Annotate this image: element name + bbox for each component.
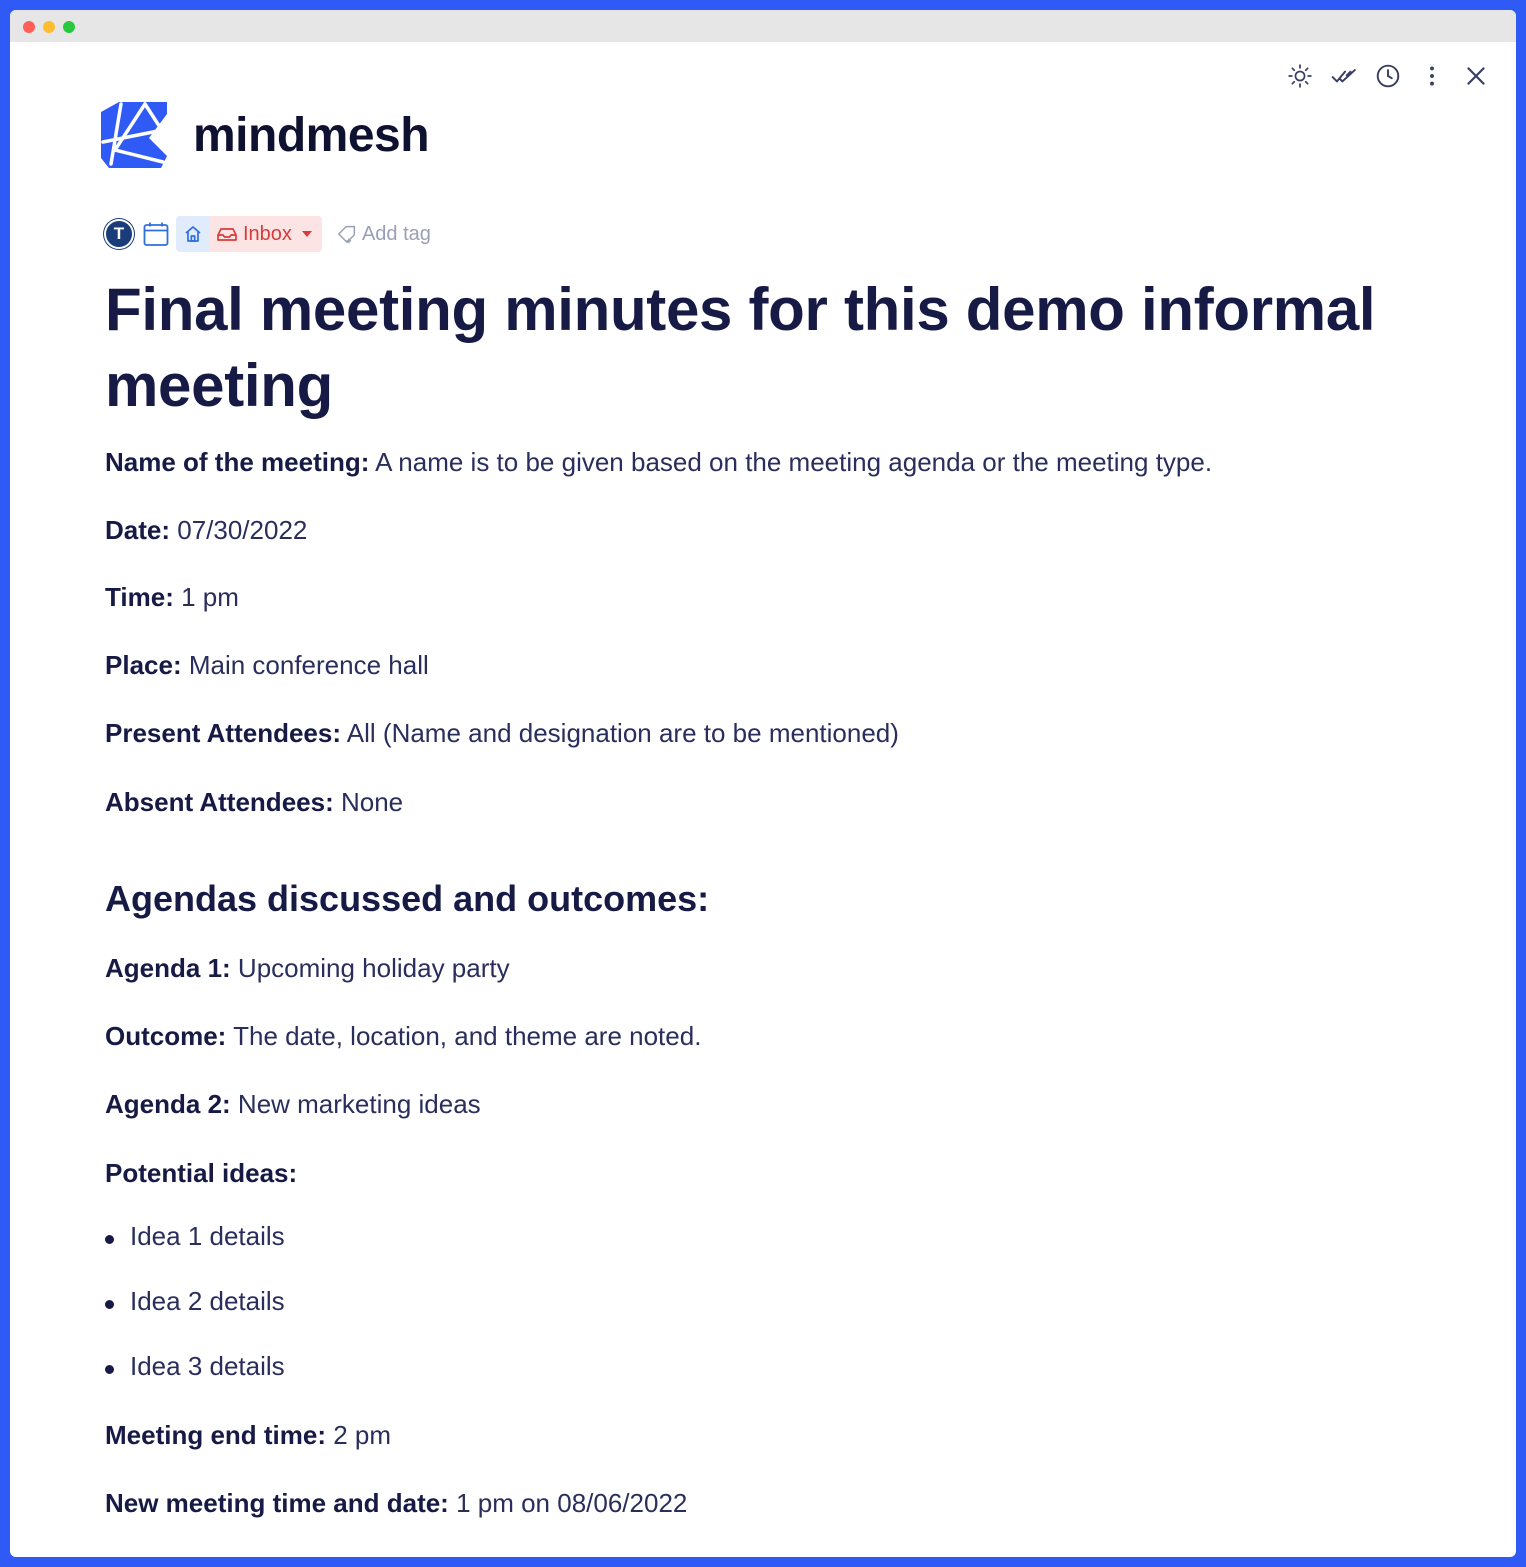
close-document-button[interactable] [1458, 62, 1494, 90]
inbox-icon [217, 228, 237, 241]
clock-icon [1376, 64, 1400, 88]
field-value: Upcoming holiday party [230, 953, 510, 983]
field-label: Time: [105, 582, 174, 612]
chevron-down-icon [301, 231, 312, 237]
field-label: Outcome: [105, 1021, 227, 1051]
list-item-text: Idea 2 details [130, 1286, 285, 1316]
field-value: New marketing ideas [230, 1089, 481, 1119]
field-present-attendees[interactable]: Present Attendees: All (Name and designa… [105, 715, 899, 751]
double-check-icon [1331, 69, 1356, 83]
field-value: A name is to be given based on the meeti… [369, 447, 1213, 477]
inbox-label: Inbox [243, 222, 292, 245]
new-meeting-time[interactable]: New meeting time and date: 1 pm on 08/06… [105, 1485, 687, 1521]
field-label: Place: [105, 650, 182, 680]
field-value: The date, location, and theme are noted. [226, 1021, 702, 1051]
app-logo: mindmesh [101, 102, 430, 168]
field-label: Agenda 2: [105, 1089, 231, 1119]
mindmesh-logo-icon [101, 102, 167, 168]
agenda-1[interactable]: Agenda 1: Upcoming holiday party [105, 950, 510, 986]
close-icon [1467, 67, 1485, 85]
field-label: Agenda 1: [105, 953, 231, 983]
field-label: Absent Attendees: [105, 787, 334, 817]
location-selector[interactable]: Inbox [176, 216, 322, 252]
field-value: Main conference hall [181, 650, 429, 680]
calendar-icon[interactable] [142, 220, 170, 248]
tag-icon [337, 225, 356, 244]
bullet-dot-icon [105, 1364, 114, 1374]
agenda-2[interactable]: Agenda 2: New marketing ideas [105, 1086, 481, 1122]
window-titlebar [10, 10, 1516, 42]
more-vertical-icon [1430, 66, 1434, 86]
window-close-dot[interactable] [23, 21, 35, 33]
document-body: Final meeting minutes for this demo info… [105, 272, 1435, 1518]
field-date[interactable]: Date: 07/30/2022 [105, 512, 307, 548]
field-meeting-name[interactable]: Name of the meeting: A name is to be giv… [105, 444, 1212, 480]
potential-ideas-label[interactable]: Potential ideas: [105, 1155, 297, 1191]
list-item[interactable]: Idea 2 details [105, 1283, 285, 1319]
bullet-dot-icon [105, 1234, 114, 1244]
field-label: Date: [105, 515, 171, 545]
field-time[interactable]: Time: 1 pm [105, 579, 239, 615]
field-value: None [333, 787, 404, 817]
theme-toggle-button[interactable] [1282, 62, 1318, 90]
app-window: mindmesh T Inbox Add tag Final meeting m… [10, 10, 1516, 1557]
field-label: Present Attendees: [105, 718, 341, 748]
field-value: 1 pm [173, 582, 239, 612]
meeting-end-time[interactable]: Meeting end time: 2 pm [105, 1417, 391, 1453]
field-place[interactable]: Place: Main conference hall [105, 647, 429, 683]
bullet-dot-icon [105, 1299, 114, 1309]
field-value: 07/30/2022 [170, 515, 308, 545]
field-value: All (Name and designation are to be ment… [341, 718, 899, 748]
field-label: Meeting end time: [105, 1420, 327, 1450]
home-icon [185, 226, 201, 242]
list-item[interactable]: Idea 3 details [105, 1348, 285, 1384]
document-meta-row: T Inbox Add tag [104, 216, 431, 252]
field-label: Potential ideas: [105, 1158, 298, 1188]
field-label: Name of the meeting: [105, 447, 370, 477]
mark-done-button[interactable] [1326, 62, 1362, 90]
field-label: New meeting time and date: [105, 1488, 449, 1518]
list-item[interactable]: Idea 1 details [105, 1218, 285, 1254]
list-item-text: Idea 1 details [130, 1221, 285, 1251]
document-toolbar [1282, 62, 1494, 90]
section-heading[interactable]: Agendas discussed and outcomes: [105, 878, 709, 920]
window-maximize-dot[interactable] [63, 21, 75, 33]
sun-icon [1288, 64, 1312, 88]
field-value: 2 pm [326, 1420, 392, 1450]
field-value: 1 pm on 08/06/2022 [448, 1488, 688, 1518]
history-button[interactable] [1370, 62, 1406, 90]
avatar[interactable]: T [104, 219, 134, 249]
field-absent-attendees[interactable]: Absent Attendees: None [105, 784, 403, 820]
list-item-text: Idea 3 details [130, 1351, 285, 1381]
inbox-dropdown[interactable]: Inbox [210, 223, 322, 246]
home-button[interactable] [176, 216, 210, 252]
window-minimize-dot[interactable] [43, 21, 55, 33]
logo-wordmark: mindmesh [193, 108, 430, 162]
more-options-button[interactable] [1414, 62, 1450, 90]
document-title[interactable]: Final meeting minutes for this demo info… [105, 272, 1435, 424]
add-tag-button[interactable]: Add tag [336, 223, 431, 246]
add-tag-label: Add tag [361, 222, 431, 245]
agenda-1-outcome[interactable]: Outcome: The date, location, and theme a… [105, 1018, 701, 1054]
